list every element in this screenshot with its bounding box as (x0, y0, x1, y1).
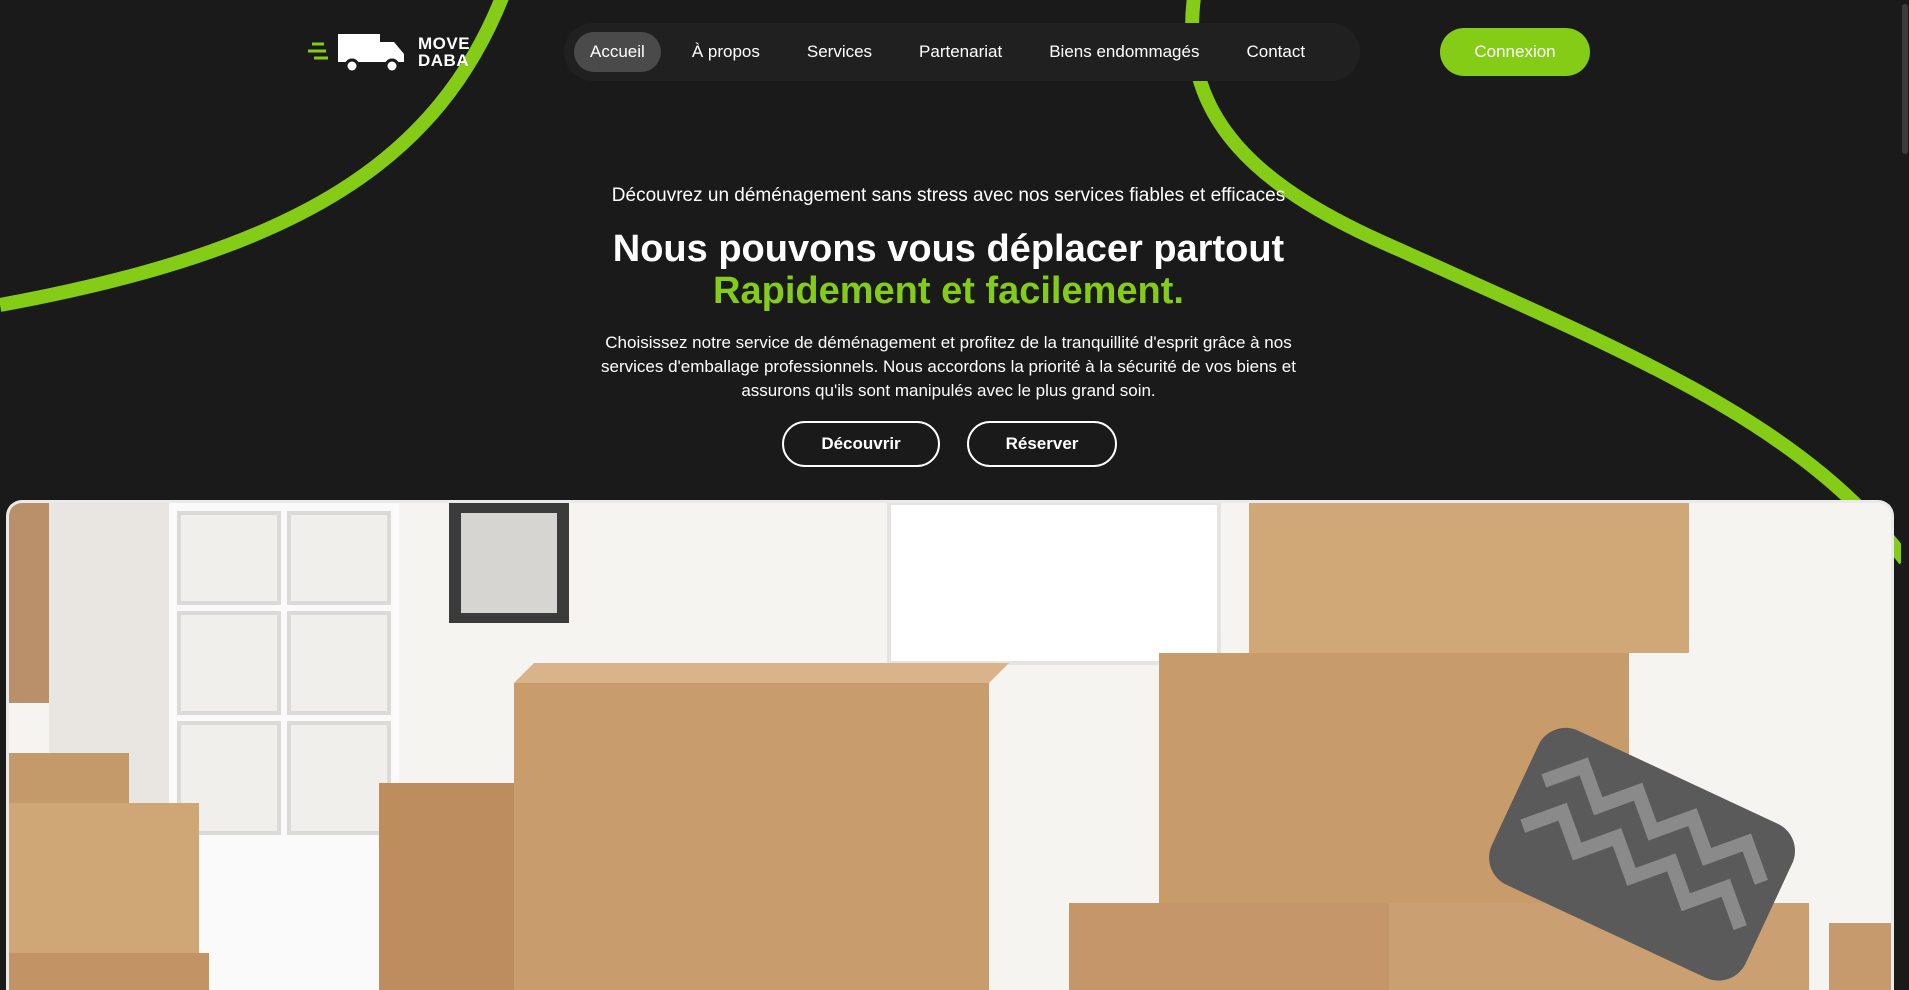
book-button[interactable]: Réserver (967, 421, 1117, 467)
hero-description: Choisissez notre service de déménagement… (601, 333, 1296, 400)
truck-icon (308, 34, 404, 74)
moving-boxes-illustration (9, 503, 1891, 990)
hero-title: Nous pouvons vous déplacer partout (612, 228, 1285, 270)
login-button[interactable]: Connexion (1440, 28, 1590, 76)
brand-name: MOVE DABA (418, 35, 470, 69)
nav-item-partenariat[interactable]: Partenariat (903, 32, 1018, 72)
nav-item-contact[interactable]: Contact (1230, 32, 1321, 72)
brand-line1: MOVE (418, 34, 471, 53)
main-nav: Accueil À propos Services Partenariat Bi… (564, 23, 1360, 81)
nav-item-accueil[interactable]: Accueil (574, 32, 661, 72)
hero-tagline: Découvrez un déménagement sans stress av… (611, 185, 1286, 206)
brand-line2: DABA (418, 51, 470, 70)
nav-item-services[interactable]: Services (791, 32, 888, 72)
hero-image (6, 500, 1894, 990)
scrollbar[interactable] (1901, 0, 1909, 976)
nav-item-biens-endommages[interactable]: Biens endommagés (1033, 32, 1215, 72)
nav-item-a-propos[interactable]: À propos (676, 32, 776, 72)
scrollbar-thumb[interactable] (1902, 4, 1908, 154)
discover-button[interactable]: Découvrir (782, 421, 940, 467)
hero-title-highlight: Rapidement et facilement. (713, 270, 1184, 312)
brand-logo[interactable]: MOVE DABA (308, 28, 498, 76)
